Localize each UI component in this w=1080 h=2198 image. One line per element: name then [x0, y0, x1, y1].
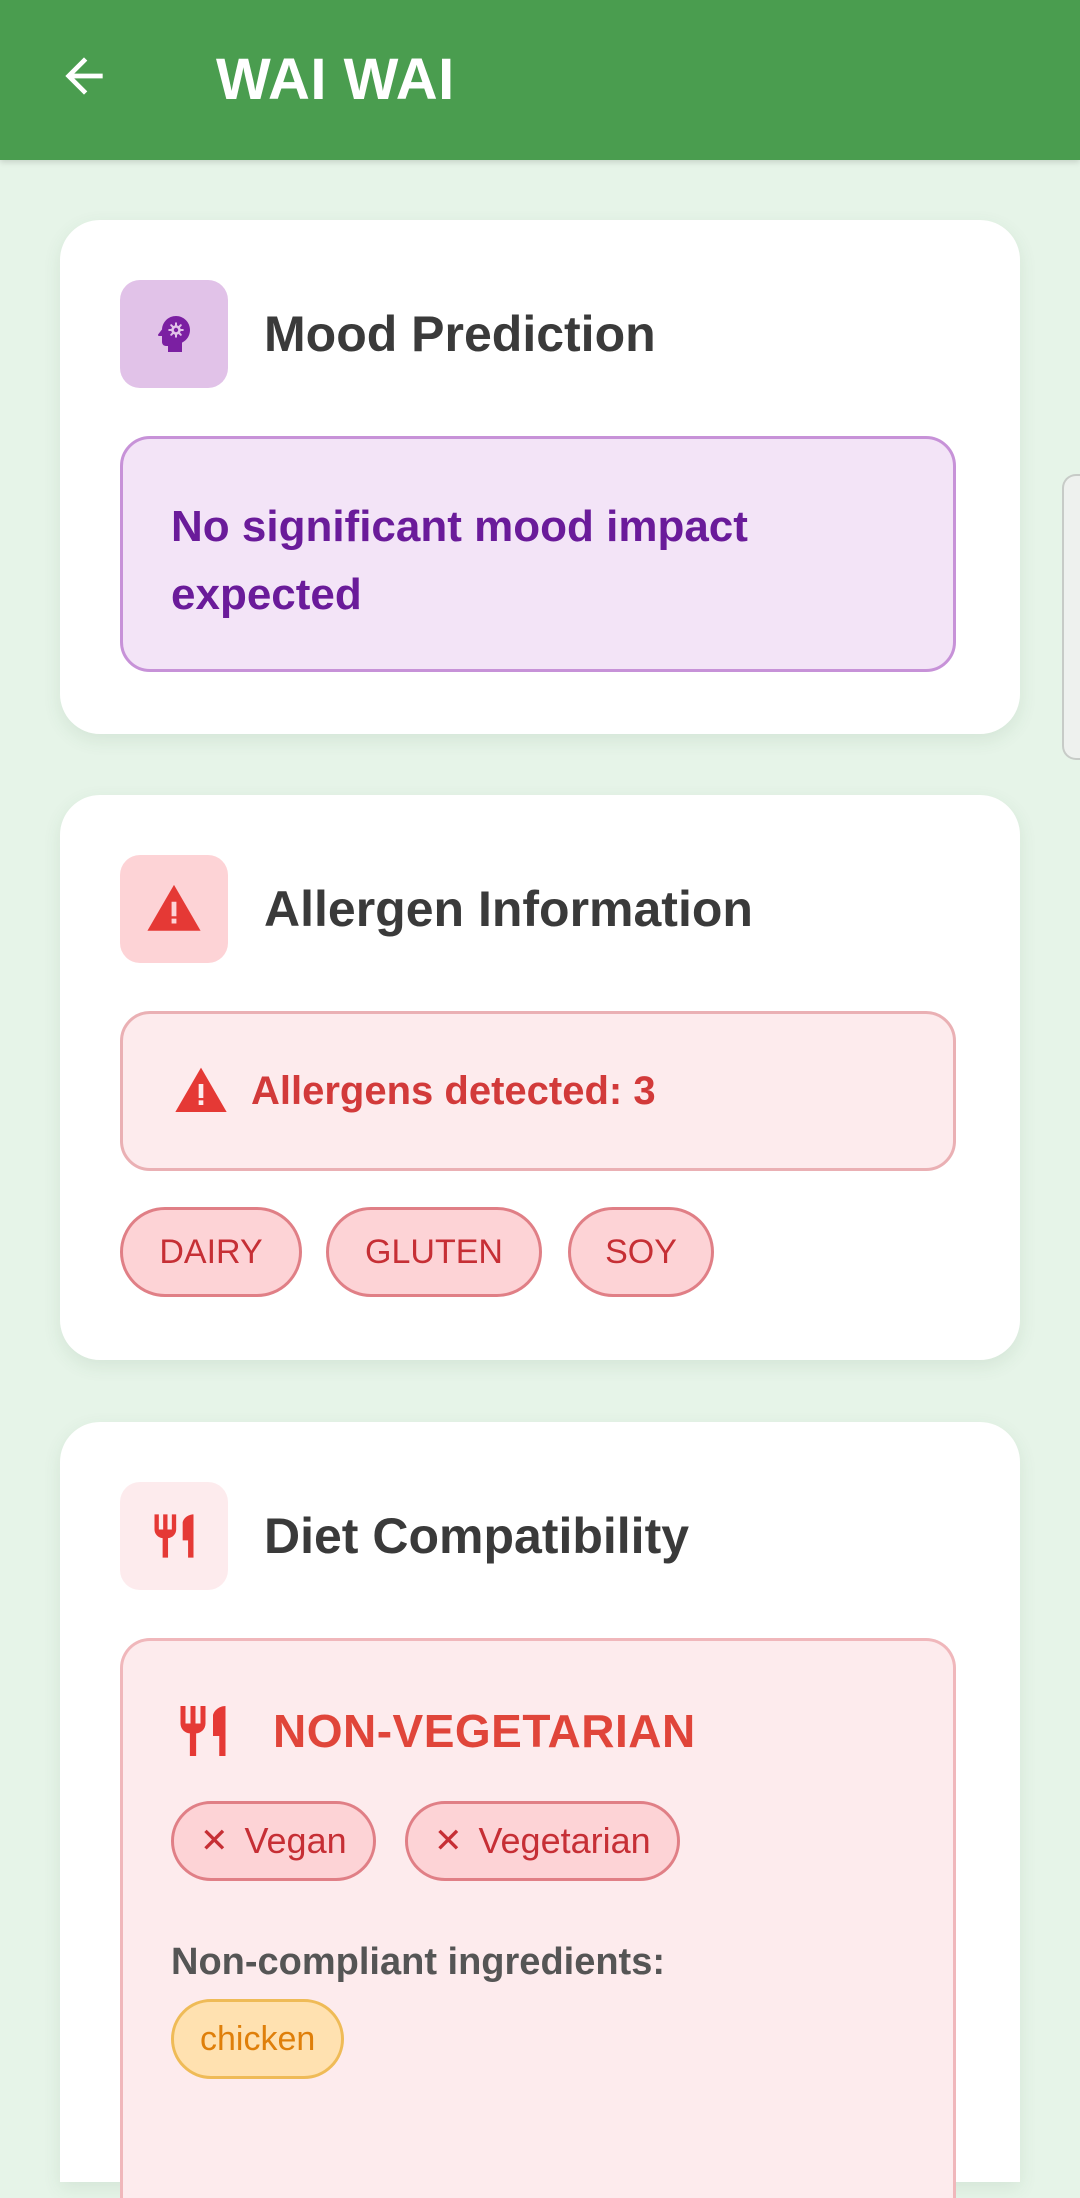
allergen-chip-soy: SOY: [568, 1207, 714, 1297]
diet-status-panel: NON-VEGETARIAN ✕ Vegan ✕ Vegetarian Non-…: [120, 1638, 956, 2198]
noncompliant-label: Non-compliant ingredients:: [171, 1941, 665, 1983]
warning-icon: [175, 1067, 227, 1112]
close-icon: ✕: [200, 1822, 229, 1860]
allergen-card: Allergen Information Allergens detected:…: [60, 795, 1020, 1360]
arrow-left-icon: [65, 57, 103, 95]
scrollbar-handle[interactable]: [1062, 474, 1080, 760]
allergen-count-text: Allergens detected: 3: [251, 1068, 656, 1113]
app-bar: WAI WAI: [0, 0, 1080, 160]
allergen-alert: Allergens detected: 3: [120, 1011, 956, 1171]
diet-status-row: NON-VEGETARIAN: [173, 1691, 696, 1771]
allergen-chip-dairy: DAIRY: [120, 1207, 302, 1297]
restaurant-icon: [154, 1514, 194, 1558]
app-title: WAI WAI: [216, 47, 455, 112]
warning-icon: [147, 884, 201, 931]
diet-card-title: Diet Compatibility: [264, 1508, 690, 1564]
diet-status-label: NON-VEGETARIAN: [273, 1705, 696, 1757]
psychology-head-icon: [157, 316, 190, 352]
mood-message: No significant mood impact expected: [120, 436, 956, 672]
diet-chip-label: Vegan: [244, 1820, 347, 1861]
close-icon: ✕: [434, 1822, 463, 1860]
allergen-icon-container: [120, 855, 228, 963]
diet-incompatible-chip-vegan: ✕ Vegan: [171, 1801, 376, 1881]
mood-prediction-card: Mood Prediction No significant mood impa…: [60, 220, 1020, 734]
diet-chip-label: Vegetarian: [478, 1820, 651, 1861]
allergen-card-title: Allergen Information: [264, 881, 753, 937]
back-button[interactable]: [44, 36, 124, 116]
mood-card-title: Mood Prediction: [264, 306, 656, 362]
allergen-chip-gluten: GLUTEN: [326, 1207, 542, 1297]
diet-incompatible-chip-vegetarian: ✕ Vegetarian: [405, 1801, 680, 1881]
mood-icon-container: [120, 280, 228, 388]
ingredient-chip-chicken: chicken: [171, 1999, 345, 2079]
restaurant-icon: [180, 1706, 226, 1756]
diet-icon-container: [120, 1482, 228, 1590]
diet-card: Diet Compatibility NON-VEGETARIAN ✕ Vega…: [60, 1422, 1020, 2198]
